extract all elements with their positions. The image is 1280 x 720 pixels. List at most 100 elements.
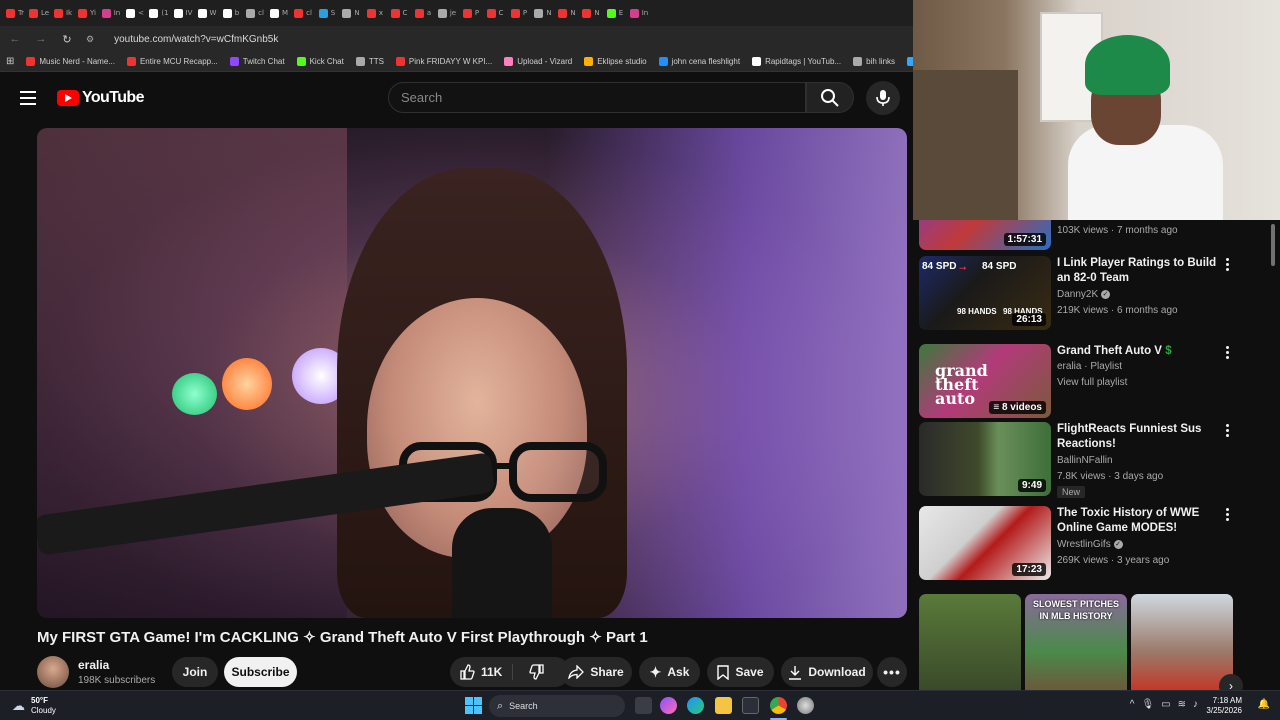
channel-name[interactable]: WrestlinGifs ✓ (1057, 539, 1123, 550)
browser-tab[interactable]: C (388, 3, 410, 23)
dislike-button[interactable] (519, 664, 545, 680)
back-icon[interactable]: ← (8, 33, 22, 45)
more-options-icon[interactable] (1225, 258, 1229, 271)
video-title[interactable]: The Toxic History of WWE Online Game MOD… (1057, 506, 1232, 536)
copilot-icon[interactable] (660, 697, 677, 714)
weather-widget[interactable]: ☁ 50°F Cloudy (12, 696, 56, 716)
next-arrow-button[interactable]: › (1219, 674, 1243, 690)
search-input[interactable]: Search (388, 82, 806, 113)
obs-icon[interactable] (797, 697, 814, 714)
browser-tab[interactable]: S (316, 3, 338, 23)
apps-grid-icon[interactable]: ⊞ (6, 56, 14, 67)
recommendation-item[interactable]: 1:57:31 103K views · 7 months ago (919, 220, 1269, 252)
browser-tab[interactable]: x (364, 3, 386, 23)
like-button[interactable]: 11K (459, 664, 514, 680)
browser-tab[interactable]: E (604, 3, 626, 23)
channel-name[interactable]: BallinNFallin (1057, 455, 1113, 466)
subscribe-button[interactable]: Subscribe (224, 657, 297, 687)
browser-tab[interactable]: b (220, 3, 242, 23)
browser-tab[interactable]: je (436, 3, 458, 23)
search-button[interactable] (806, 82, 854, 113)
bookmark-item[interactable]: Pink FRIDAYY W KPI... (395, 57, 492, 66)
bookmark-item[interactable]: Music Nerd - Name... (26, 57, 115, 66)
browser-tab[interactable]: N (532, 3, 554, 23)
browser-tab[interactable]: cl (244, 3, 266, 23)
browser-tab[interactable]: Yi (76, 3, 98, 23)
chevron-up-icon[interactable]: ^ (1130, 699, 1135, 710)
wifi-icon[interactable]: ≋ (1178, 699, 1186, 710)
browser-tab[interactable]: < (124, 3, 146, 23)
hamburger-menu-icon[interactable] (20, 91, 36, 105)
short-thumbnail[interactable] (919, 594, 1021, 690)
browser-tab[interactable]: P (460, 3, 482, 23)
more-options-icon[interactable] (1225, 508, 1229, 521)
browser-tab[interactable]: a (412, 3, 434, 23)
bookmark-item[interactable]: Eklipse studio (584, 57, 647, 66)
bookmark-item[interactable]: john cena fleshlight (658, 57, 740, 66)
bookmark-item[interactable]: bih links (853, 57, 895, 66)
edge-icon[interactable] (687, 697, 704, 714)
bookmark-item[interactable]: Upload - Vizard (504, 57, 572, 66)
video-title[interactable]: I Link Player Ratings to Build an 82-0 T… (1057, 256, 1232, 286)
url-field[interactable]: youtube.com/watch?v=wCfmKGnb5k (114, 34, 278, 45)
bookmark-item[interactable]: Twitch Chat (229, 57, 285, 66)
playlist-title[interactable]: Grand Theft Auto V $ (1057, 344, 1232, 359)
channel-avatar[interactable] (37, 656, 69, 688)
save-button[interactable]: Save (707, 657, 774, 687)
download-button[interactable]: Download (781, 657, 873, 687)
playlist-channel[interactable]: eralia · Playlist (1057, 361, 1122, 372)
bookmark-item[interactable]: Rapidtags | YouTub... (752, 57, 841, 66)
browser-tab[interactable]: Le (28, 3, 50, 23)
site-info-icon[interactable]: ⚙ (86, 34, 94, 45)
video-title[interactable]: FlightReacts Funniest Sus Reactions! (1057, 422, 1232, 452)
browser-tab[interactable]: P (508, 3, 530, 23)
microphone-tray-icon[interactable]: 🎙 (1141, 699, 1154, 710)
file-explorer-icon[interactable] (715, 697, 732, 714)
video-thumbnail[interactable]: 9:49 (919, 422, 1051, 496)
browser-tab[interactable]: cl (292, 3, 314, 23)
youtube-logo[interactable]: YouTube (57, 89, 144, 107)
share-button[interactable]: Share (560, 657, 632, 687)
browser-tab[interactable]: C (484, 3, 506, 23)
short-thumbnail[interactable]: SLOWEST PITCHES IN MLB HISTORY (1025, 594, 1127, 690)
voice-search-button[interactable] (866, 81, 900, 115)
taskbar-search[interactable]: ⌕ Search (489, 695, 625, 717)
more-options-icon[interactable] (1225, 424, 1229, 437)
more-options-icon[interactable] (1225, 346, 1229, 359)
bookmark-item[interactable]: Entire MCU Recapp... (126, 57, 218, 66)
task-view-icon[interactable] (635, 697, 652, 714)
video-thumbnail[interactable]: 1:57:31 (919, 220, 1051, 250)
video-player[interactable] (37, 128, 907, 618)
bookmark-item[interactable]: TTS (355, 57, 384, 66)
chrome-icon[interactable] (770, 697, 787, 714)
battery-icon[interactable]: ▭ (1161, 699, 1170, 710)
video-thumbnail[interactable]: 17:23 (919, 506, 1051, 580)
view-full-playlist-link[interactable]: View full playlist (1057, 377, 1127, 388)
browser-tab[interactable]: M (268, 3, 290, 23)
store-icon[interactable] (742, 697, 759, 714)
recommendation-item[interactable]: 84 SPD ➞ 84 SPD 98 HANDS 98 HANDS 26:13 … (919, 256, 1269, 332)
recommendation-item[interactable]: 9:49 FlightReacts Funniest Sus Reactions… (919, 422, 1269, 498)
playlist-thumbnail[interactable]: grand theft auto ≡ 8 videos (919, 344, 1051, 418)
recommendation-item[interactable]: 17:23 The Toxic History of WWE Online Ga… (919, 506, 1269, 582)
browser-tab[interactable]: (1 (148, 3, 170, 23)
channel-name[interactable]: Danny2K ✓ (1057, 289, 1110, 300)
short-thumbnail[interactable] (1131, 594, 1233, 690)
recommendation-item[interactable]: grand theft auto ≡ 8 videos Grand Theft Au… (919, 344, 1269, 420)
sidebar-scrollbar[interactable] (1270, 220, 1276, 690)
browser-tab[interactable]: N (340, 3, 362, 23)
bookmark-item[interactable]: Kick Chat (296, 57, 344, 66)
forward-icon[interactable]: → (34, 33, 48, 45)
browser-tab[interactable]: In (100, 3, 122, 23)
reload-icon[interactable]: ↻ (60, 33, 74, 46)
browser-tab[interactable]: N (580, 3, 602, 23)
more-actions-button[interactable]: ••• (877, 657, 907, 687)
system-clock[interactable]: 7:18 AM 3/25/2026 (1206, 696, 1242, 716)
notifications-icon[interactable]: 🔔 (1258, 699, 1270, 710)
scrollbar-thumb[interactable] (1271, 224, 1275, 266)
browser-tab[interactable]: IV (172, 3, 194, 23)
channel-name[interactable]: eralia (78, 658, 109, 672)
browser-tab[interactable]: Tr (4, 3, 26, 23)
browser-tab[interactable]: N (556, 3, 578, 23)
video-thumbnail[interactable]: 84 SPD ➞ 84 SPD 98 HANDS 98 HANDS 26:13 (919, 256, 1051, 330)
